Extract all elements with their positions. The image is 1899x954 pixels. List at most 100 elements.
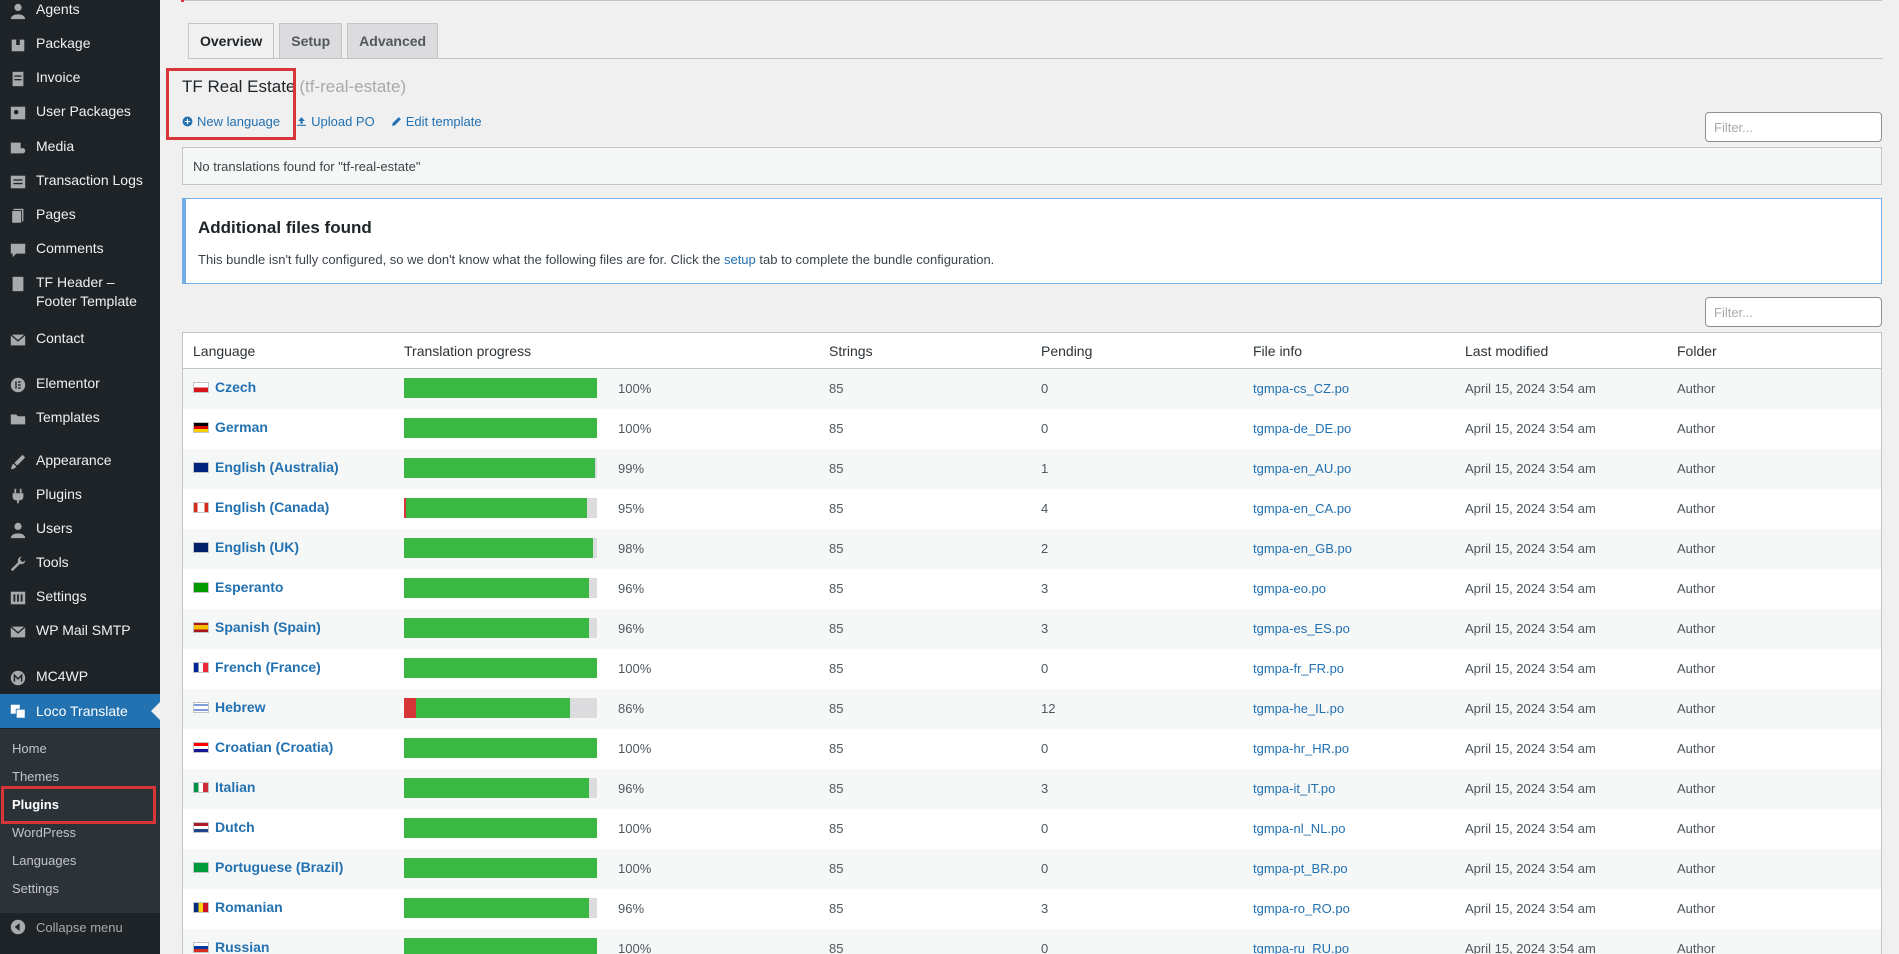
file-link[interactable]: tgmpa-pt_BR.po — [1253, 861, 1348, 876]
sidebar-item-label: Invoice — [36, 69, 81, 85]
col-folder[interactable]: Folder — [1677, 343, 1717, 359]
col-pending[interactable]: Pending — [1041, 343, 1092, 359]
sidebar-item-loco-translate[interactable]: Loco Translate — [0, 694, 160, 728]
edit-template-link[interactable]: Edit template — [391, 114, 482, 129]
pending-count: 3 — [1041, 581, 1049, 596]
file-link[interactable]: tgmpa-he_IL.po — [1253, 701, 1344, 716]
language-name: English (Australia) — [215, 459, 339, 475]
table-row: English (Australia) 99% 85 1 tgmpa-en_AU.po A… — [183, 449, 1881, 489]
file-link[interactable]: tgmpa-es_ES.po — [1253, 621, 1350, 636]
sidebar-item-media[interactable]: Media — [0, 137, 160, 157]
filter-input-table[interactable] — [1705, 297, 1882, 327]
language-link[interactable]: French (France) — [193, 659, 321, 675]
language-link[interactable]: English (UK) — [193, 539, 299, 555]
submenu-item-languages[interactable]: Languages — [12, 853, 76, 869]
filter-input-top[interactable] — [1705, 112, 1882, 142]
tab-overview[interactable]: Overview — [188, 23, 275, 59]
last-modified: April 15, 2024 3:54 am — [1465, 421, 1596, 436]
collapse-menu-button[interactable]: Collapse menu — [0, 919, 160, 935]
progress-translated — [404, 738, 597, 758]
submenu-item-settings[interactable]: Settings — [12, 881, 59, 897]
progress-bar — [404, 898, 597, 918]
language-link[interactable]: Czech — [193, 379, 256, 395]
col-language[interactable]: Language — [193, 343, 255, 359]
setup-link[interactable]: setup — [724, 252, 756, 267]
edit-template-label: Edit template — [405, 114, 482, 129]
flag-icon — [193, 661, 209, 673]
language-link[interactable]: Dutch — [193, 819, 255, 835]
table-row: English (Canada) 95% 85 4 tgmpa-en_CA.po Apri… — [183, 489, 1881, 529]
sidebar-item-invoice[interactable]: Invoice — [0, 68, 160, 88]
files-table: Language Translation progress Strings Pe… — [182, 332, 1882, 954]
table-row: Spanish (Spain) 96% 85 3 tgmpa-es_ES.po April… — [183, 609, 1881, 649]
sidebar-item-user-packages[interactable]: User Packages — [0, 102, 160, 122]
strings-count: 85 — [829, 421, 844, 436]
upload-po-link[interactable]: Upload PO — [296, 114, 375, 129]
progress-translated — [404, 618, 590, 638]
sidebar-item-templates[interactable]: Templates — [0, 408, 160, 428]
strings-count: 85 — [829, 621, 844, 636]
strings-count: 85 — [829, 781, 844, 796]
file-link[interactable]: tgmpa-it_IT.po — [1253, 781, 1335, 796]
sidebar-item-wp-mail-smtp[interactable]: WP Mail SMTP — [0, 621, 160, 641]
language-link[interactable]: Russian — [193, 939, 269, 954]
file-link[interactable]: tgmpa-de_DE.po — [1253, 421, 1351, 436]
sidebar-item-plugins[interactable]: Plugins — [0, 485, 160, 505]
sidebar-item-appearance[interactable]: Appearance — [0, 451, 160, 471]
new-language-link[interactable]: New language — [182, 114, 280, 129]
file-link[interactable]: tgmpa-en_GB.po — [1253, 541, 1352, 556]
sidebar-item-agents[interactable]: Agents — [0, 0, 160, 20]
sidebar-item-transaction-logs[interactable]: Transaction Logs — [0, 171, 160, 191]
language-link[interactable]: Hebrew — [193, 699, 266, 715]
language-name: Dutch — [215, 819, 255, 835]
language-link[interactable]: Romanian — [193, 899, 283, 915]
language-link[interactable]: German — [193, 419, 268, 435]
col-strings[interactable]: Strings — [829, 343, 873, 359]
sidebar-item-mc4wp[interactable]: MC4WP — [0, 667, 160, 687]
users-icon — [0, 519, 36, 539]
file-link[interactable]: tgmpa-nl_NL.po — [1253, 821, 1346, 836]
language-link[interactable]: Spanish (Spain) — [193, 619, 321, 635]
submenu-item-themes[interactable]: Themes — [12, 769, 59, 785]
progress-bar — [404, 698, 597, 718]
file-link[interactable]: tgmpa-fr_FR.po — [1253, 661, 1344, 676]
file-link[interactable]: tgmpa-en_CA.po — [1253, 501, 1351, 516]
pending-count: 3 — [1041, 621, 1049, 636]
sidebar-item-elementor[interactable]: Elementor — [0, 374, 160, 394]
table-row: Russian 100% 85 0 tgmpa-ru_RU.po April 15, 20… — [183, 929, 1881, 954]
file-link[interactable]: tgmpa-en_AU.po — [1253, 461, 1351, 476]
language-link[interactable]: English (Australia) — [193, 459, 339, 475]
tab-advanced[interactable]: Advanced — [347, 23, 439, 58]
flag-icon — [193, 621, 209, 633]
sidebar-item-tf-header-footer-template[interactable]: TF Header – Footer Template — [0, 273, 160, 311]
sidebar-item-users[interactable]: Users — [0, 519, 160, 539]
progress-bar — [404, 378, 597, 398]
sidebar-item-settings[interactable]: Settings — [0, 587, 160, 607]
sidebar-item-comments[interactable]: Comments — [0, 239, 160, 259]
sidebar-item-pages[interactable]: Pages — [0, 205, 160, 225]
tab-setup[interactable]: Setup — [279, 23, 343, 58]
language-link[interactable]: English (Canada) — [193, 499, 329, 515]
language-link[interactable]: Croatian (Croatia) — [193, 739, 333, 755]
sidebar-item-package[interactable]: Package — [0, 34, 160, 54]
file-link[interactable]: tgmpa-cs_CZ.po — [1253, 381, 1349, 396]
progress-percent: 99% — [618, 461, 645, 476]
col-file-info[interactable]: File info — [1253, 343, 1302, 359]
language-link[interactable]: Italian — [193, 779, 255, 795]
file-link[interactable]: tgmpa-ro_RO.po — [1253, 901, 1350, 916]
col-last-modified[interactable]: Last modified — [1465, 343, 1548, 359]
sidebar-item-tools[interactable]: Tools — [0, 553, 160, 573]
file-link[interactable]: tgmpa-hr_HR.po — [1253, 741, 1349, 756]
sidebar-item-contact[interactable]: Contact — [0, 329, 160, 349]
last-modified: April 15, 2024 3:54 am — [1465, 541, 1596, 556]
col-progress[interactable]: Translation progress — [404, 343, 531, 359]
file-link[interactable]: tgmpa-ru_RU.po — [1253, 941, 1349, 954]
submenu-item-home[interactable]: Home — [12, 741, 47, 757]
progress-translated — [404, 418, 597, 438]
submenu-item-plugins[interactable]: Plugins — [12, 797, 59, 813]
language-link[interactable]: Portuguese (Brazil) — [193, 859, 343, 875]
file-link[interactable]: tgmpa-eo.po — [1253, 581, 1326, 596]
language-link[interactable]: Esperanto — [193, 579, 283, 595]
submenu-item-wordpress[interactable]: WordPress — [12, 825, 76, 841]
table-row: French (France) 100% 85 0 tgmpa-fr_FR.po Apri… — [183, 649, 1881, 689]
